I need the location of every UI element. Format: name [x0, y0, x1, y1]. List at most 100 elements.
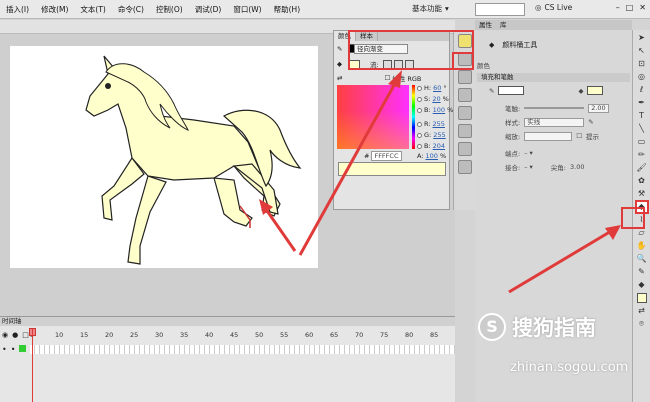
tick-label: 30: [155, 331, 164, 339]
tool-header: ◆ 颜料桶工具: [489, 40, 537, 50]
brightness-label: B:: [424, 106, 431, 114]
frame-strip[interactable]: [30, 345, 455, 354]
tick-label: 10: [55, 331, 64, 339]
menu-insert[interactable]: 插入(I): [0, 4, 35, 15]
tab-library[interactable]: 库: [496, 20, 511, 30]
green-value[interactable]: 255: [433, 131, 445, 139]
stroke-color-field[interactable]: [498, 86, 525, 95]
transform-icon[interactable]: [457, 106, 472, 120]
saturation-radio[interactable]: [417, 96, 422, 102]
green-label: G:: [424, 131, 432, 139]
fill-color-field[interactable]: [587, 86, 604, 95]
red-radio[interactable]: [417, 121, 422, 127]
pencil-tool-icon[interactable]: ✏: [637, 150, 647, 160]
horse-drawing[interactable]: [74, 46, 308, 270]
layer-color[interactable]: [19, 345, 27, 352]
rectangle-tool-icon[interactable]: ▭: [637, 137, 647, 147]
menu-control[interactable]: 控制(O): [150, 4, 189, 15]
text-tool-icon[interactable]: T: [637, 111, 647, 121]
eye-icon[interactable]: ◉: [2, 331, 8, 339]
stroke-color-tool-icon[interactable]: ✎: [637, 267, 647, 277]
highlight-box-bucket: [621, 207, 645, 229]
lock-icon[interactable]: ●: [12, 331, 18, 339]
swap-colors-icon[interactable]: ⇄: [337, 74, 342, 82]
line-tool-icon[interactable]: ╲: [637, 124, 647, 134]
hue-slider[interactable]: [412, 85, 415, 149]
pen-tool-icon[interactable]: ✒: [637, 98, 647, 108]
red-label: R:: [424, 120, 431, 128]
gradient-bar[interactable]: [338, 162, 446, 176]
menu-modify[interactable]: 修改(M): [35, 4, 74, 15]
layer-row[interactable]: • •: [2, 345, 27, 354]
join-select[interactable]: – ▾: [524, 163, 533, 171]
zoom-tool-icon[interactable]: 🔍: [637, 254, 647, 264]
minimize-icon[interactable]: –: [616, 3, 620, 12]
fill-color-tool-icon[interactable]: ◆: [637, 280, 647, 290]
snap-icon[interactable]: ⌾: [637, 319, 647, 329]
horse-eye: [105, 83, 111, 89]
menu-debug[interactable]: 调试(D): [189, 4, 228, 15]
green-radio[interactable]: [417, 132, 422, 138]
cs-live-button[interactable]: ◎ CS Live: [535, 3, 572, 12]
fill-stroke-section[interactable]: 填充和笔触: [477, 73, 630, 82]
playhead[interactable]: [32, 329, 33, 402]
menu-window[interactable]: 窗口(W): [227, 4, 267, 15]
align-icon[interactable]: [457, 88, 472, 102]
brightness-value[interactable]: 100: [433, 106, 445, 114]
alpha-row: A: 100 %: [417, 152, 446, 160]
motion-presets-icon[interactable]: [457, 160, 472, 174]
bone-tool-icon[interactable]: ⚒: [637, 189, 647, 199]
hand-tool-icon[interactable]: ✋: [637, 241, 647, 251]
search-input[interactable]: [475, 3, 525, 16]
red-value[interactable]: 255: [433, 120, 445, 128]
subselection-tool-icon[interactable]: ↖: [637, 46, 647, 56]
hue-radio[interactable]: [417, 85, 422, 91]
workspace-switcher[interactable]: 基本功能 ▾: [412, 3, 449, 14]
deco-tool-icon[interactable]: ✿: [637, 176, 647, 186]
stroke-width-slider[interactable]: [524, 107, 585, 109]
hex-input[interactable]: FFFFCC: [371, 151, 402, 161]
cap-select[interactable]: – ▾: [524, 149, 533, 157]
menu-text[interactable]: 文本(T): [74, 4, 111, 15]
hue-value[interactable]: 60: [433, 84, 441, 92]
eraser-tool-icon[interactable]: ▱: [637, 228, 647, 238]
brightness-radio[interactable]: [417, 107, 422, 113]
miter-value[interactable]: 3.00: [570, 163, 584, 171]
tab-properties[interactable]: 属性: [475, 20, 496, 30]
alpha-value[interactable]: 100: [426, 152, 438, 160]
tick-label: 40: [205, 331, 214, 339]
info-icon[interactable]: [457, 70, 472, 84]
free-transform-tool-icon[interactable]: ⊡: [637, 59, 647, 69]
saturation-value[interactable]: 20: [432, 95, 440, 103]
alpha-label: A:: [417, 152, 424, 160]
layer-lock-dot[interactable]: •: [11, 345, 16, 354]
outline-icon[interactable]: □: [22, 331, 29, 339]
menu-commands[interactable]: 命令(C): [112, 4, 150, 15]
blue-radio[interactable]: [417, 143, 422, 149]
join-row: 接合: – ▾ 尖角: 3.00: [505, 162, 584, 172]
color-picker-field[interactable]: [337, 85, 409, 149]
paint-bucket-tool-icon: ◆: [489, 41, 495, 49]
lasso-tool-icon[interactable]: ℓ: [637, 85, 647, 95]
stroke-width-input[interactable]: 2.00: [588, 103, 609, 113]
linear-rgb-checkbox[interactable]: ☐: [384, 74, 390, 82]
maximize-icon[interactable]: □: [626, 3, 634, 12]
history-icon[interactable]: [457, 124, 472, 138]
layer-eye-dot[interactable]: •: [2, 345, 7, 354]
blue-value[interactable]: 204: [433, 142, 445, 150]
selection-tool-icon[interactable]: ➤: [637, 33, 647, 43]
alpha-unit: %: [439, 152, 447, 160]
components-icon[interactable]: [457, 142, 472, 156]
menu-help[interactable]: 帮助(H): [268, 4, 307, 15]
fill-color-swatch-tool[interactable]: [636, 293, 647, 303]
scale-select[interactable]: [524, 131, 573, 141]
tick-label: 80: [405, 331, 414, 339]
3d-rotation-tool-icon[interactable]: ◎: [637, 72, 647, 82]
swap-icon[interactable]: ⇄: [637, 306, 647, 316]
brush-tool-icon[interactable]: 🖌: [637, 163, 647, 173]
style-select[interactable]: 实线: [524, 117, 585, 127]
edit-style-icon[interactable]: ✎: [588, 118, 593, 126]
pencil-icon: ✎: [337, 44, 343, 53]
hint-checkbox[interactable]: ☐: [576, 132, 582, 140]
close-icon[interactable]: ✕: [639, 3, 646, 12]
